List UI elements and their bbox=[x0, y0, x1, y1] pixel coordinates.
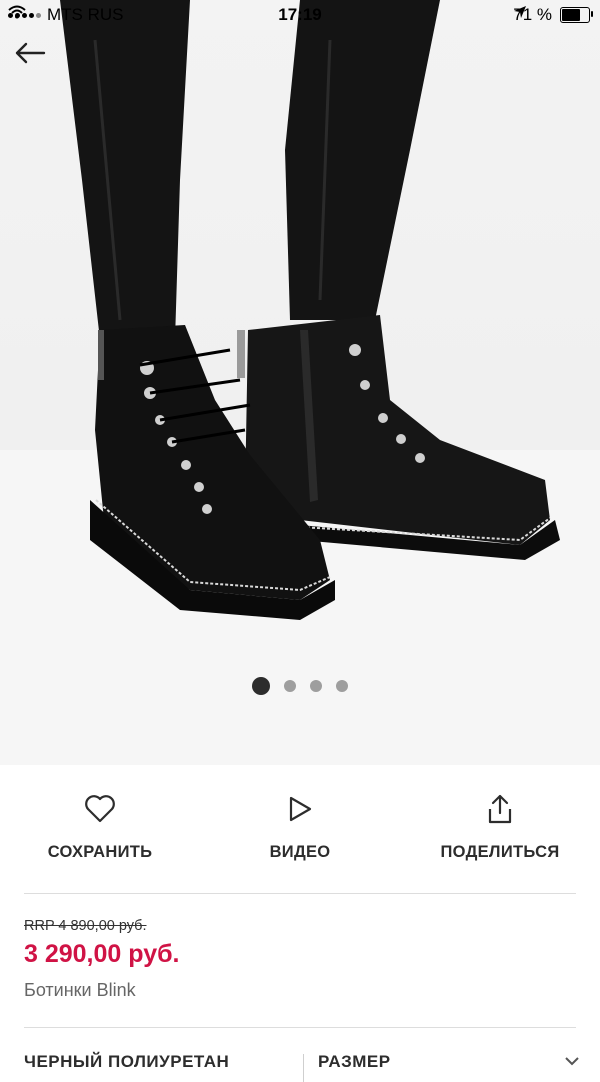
pager-dot-2[interactable] bbox=[284, 680, 296, 692]
video-label: ВИДЕО bbox=[269, 843, 331, 861]
save-label: СОХРАНИТЬ bbox=[47, 843, 153, 861]
image-pager[interactable] bbox=[0, 677, 600, 695]
options-row: ЧЕРНЫЙ ПОЛИУРЕТАН РАЗМЕР bbox=[0, 1052, 600, 1082]
pager-dot-4[interactable] bbox=[336, 680, 348, 692]
divider bbox=[24, 893, 576, 894]
battery-icon bbox=[560, 7, 593, 23]
chevron-down-icon[interactable] bbox=[564, 1056, 580, 1066]
back-button[interactable] bbox=[14, 42, 58, 78]
status-bar: MTS RUS 17:19 71 % bbox=[0, 0, 600, 30]
color-selector[interactable]: ЧЕРНЫЙ ПОЛИУРЕТАН bbox=[24, 1052, 229, 1072]
action-bar: СОХРАНИТЬ ВИДЕО ПОДЕЛИТЬСЯ bbox=[0, 765, 600, 893]
location-icon bbox=[514, 6, 527, 18]
share-button[interactable]: ПОДЕЛИТЬСЯ bbox=[415, 791, 585, 862]
product-image[interactable]: MTS RUS 17:19 71 % bbox=[0, 0, 600, 765]
divider bbox=[24, 1027, 576, 1028]
save-button[interactable]: СОХРАНИТЬ bbox=[15, 791, 185, 862]
heart-icon bbox=[85, 795, 115, 823]
product-name: Ботинки Blink bbox=[24, 980, 136, 1000]
size-selector[interactable]: РАЗМЕР bbox=[318, 1052, 391, 1072]
divider bbox=[303, 1054, 304, 1082]
video-button[interactable]: ВИДЕО bbox=[215, 791, 385, 862]
pager-dot-1[interactable] bbox=[252, 677, 270, 695]
device-status: 71 % bbox=[513, 5, 593, 25]
share-icon bbox=[488, 794, 512, 824]
share-label: ПОДЕЛИТЬСЯ bbox=[440, 843, 560, 861]
boots-photo bbox=[0, 0, 600, 765]
pager-dot-3[interactable] bbox=[310, 680, 322, 692]
play-icon bbox=[289, 796, 312, 822]
arrow-left-icon bbox=[15, 42, 46, 64]
rrp-price: RRP 4 890,00 руб. bbox=[24, 918, 147, 934]
clock: 17:19 bbox=[278, 5, 322, 24]
current-price: 3 290,00 руб. bbox=[24, 940, 180, 968]
